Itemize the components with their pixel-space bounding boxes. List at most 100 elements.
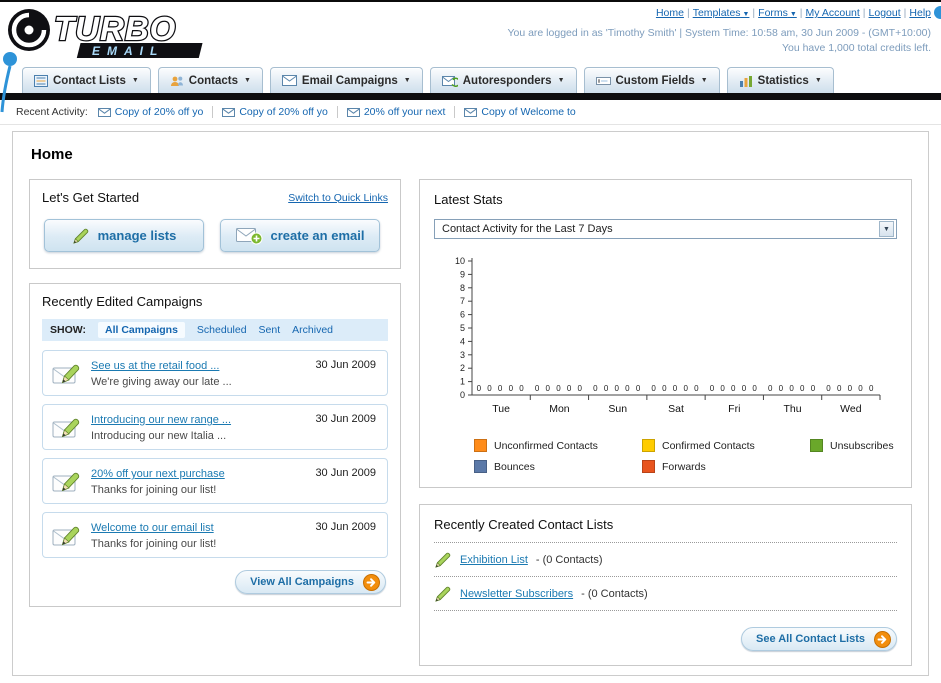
- campaign-tab-all-campaigns[interactable]: All Campaigns: [97, 322, 185, 338]
- top-link-forms[interactable]: Forms ▼: [758, 7, 797, 19]
- legend-item-confirmed-contacts: Confirmed Contacts: [642, 439, 810, 452]
- recent-activity-item[interactable]: Copy of 20% off yo: [212, 106, 337, 118]
- arrow-right-icon: [363, 573, 380, 591]
- envelope-icon: [346, 107, 360, 117]
- legend-swatch: [642, 460, 655, 473]
- view-all-campaigns-button[interactable]: View All Campaigns: [235, 570, 386, 594]
- chevron-down-icon: ▼: [131, 77, 139, 84]
- recent-activity-link[interactable]: Copy of 20% off yo: [239, 106, 328, 118]
- separator: |: [799, 7, 803, 19]
- recent-activity-item[interactable]: 20% off your next: [336, 106, 455, 118]
- create-email-button[interactable]: create an email: [220, 219, 380, 252]
- separator: |: [752, 7, 756, 19]
- separator: |: [862, 7, 866, 19]
- top-link-home[interactable]: Home: [656, 7, 684, 19]
- nav-tab-label: Contacts: [188, 74, 238, 87]
- stats-chart: 1098765432100 0 0 0 0Tue0 0 0 0 0Mon0 0 …: [455, 256, 881, 415]
- nav-tab-autoresponders[interactable]: Autoresponders ▼: [429, 67, 577, 93]
- nav-tab-label: Email Campaigns: [301, 74, 398, 87]
- campaign-date: 30 Jun 2009: [315, 467, 376, 479]
- chevron-down-icon: ▼: [787, 11, 797, 18]
- nav-tab-label: Autoresponders: [462, 74, 552, 87]
- campaign-item: See us at the retail food ... We're givin…: [42, 350, 388, 396]
- campaign-list: See us at the retail food ... We're givin…: [42, 350, 388, 558]
- campaign-filter-tabs: SHOW: All Campaigns Scheduled Sent Archived: [42, 319, 388, 341]
- svg-text:Fri: Fri: [728, 403, 740, 415]
- logo-swirl-icon: [8, 9, 50, 51]
- top-link-logout[interactable]: Logout: [869, 7, 901, 19]
- nav-tab-contacts[interactable]: Contacts ▼: [157, 67, 263, 93]
- campaign-title-link[interactable]: 20% off your next purchase: [91, 468, 225, 480]
- legend-label: Forwards: [662, 460, 706, 473]
- nav-tab-label: Custom Fields: [615, 74, 695, 87]
- campaign-title-link[interactable]: See us at the retail food ...: [91, 360, 219, 372]
- chevron-down-icon: ▼: [740, 11, 750, 18]
- recent-campaigns-panel: Recently Edited Campaigns SHOW: All Camp…: [29, 283, 401, 607]
- svg-text:0 0 0 0 0: 0 0 0 0 0: [535, 384, 584, 393]
- envelope-plus-icon: [235, 226, 263, 245]
- campaign-title-link[interactable]: Introducing our new range ...: [91, 414, 231, 426]
- nav-tab-label: Contact Lists: [53, 74, 126, 87]
- edge-decoration-dot: [934, 6, 941, 19]
- recent-activity-item[interactable]: Copy of Welcome to: [454, 106, 584, 118]
- recent-activity-items: Copy of 20% off yo Copy of 20% off yo 20% …: [97, 106, 585, 118]
- campaign-tab-scheduled[interactable]: Scheduled: [197, 324, 247, 336]
- view-all-campaigns-label: View All Campaigns: [250, 576, 354, 588]
- contact-list-link[interactable]: Newsletter Subscribers: [460, 588, 573, 600]
- custom-fields-icon: [595, 75, 611, 87]
- svg-text:5: 5: [460, 323, 465, 333]
- recent-activity-link[interactable]: Copy of 20% off yo: [115, 106, 204, 118]
- contact-list-link[interactable]: Exhibition List: [460, 554, 528, 566]
- top-link-my-account[interactable]: My Account: [806, 7, 860, 19]
- top-links: Home | Templates ▼ | Forms ▼ | My Account | Logo…: [507, 7, 931, 20]
- contacts-icon: [170, 75, 184, 87]
- top-link-templates[interactable]: Templates ▼: [693, 7, 750, 19]
- login-info: You are logged in as 'Timothy Smith' | S…: [507, 27, 931, 40]
- envelope-pencil-icon: [52, 467, 84, 495]
- create-email-label: create an email: [270, 228, 365, 243]
- svg-text:0 0 0 0 0: 0 0 0 0 0: [593, 384, 642, 393]
- campaign-item: Welcome to our email list Thanks for join…: [42, 512, 388, 558]
- separator: |: [686, 7, 690, 19]
- nav-tab-contact-lists[interactable]: Contact Lists ▼: [22, 67, 151, 93]
- statistics-icon: [739, 75, 753, 87]
- recent-activity-link[interactable]: Copy of Welcome to: [481, 106, 575, 118]
- credits-info: You have 1,000 total credits left.: [781, 42, 931, 55]
- chevron-down-icon: ▼: [700, 77, 708, 84]
- chevron-down-icon: ▼: [243, 77, 251, 84]
- legend-item-forwards: Forwards: [642, 460, 810, 473]
- legend-item-bounces: Bounces: [474, 460, 642, 473]
- legend-swatch: [474, 439, 487, 452]
- nav-divider-bar: [0, 93, 941, 100]
- manage-lists-button[interactable]: manage lists: [44, 219, 204, 252]
- nav-tab-email-campaigns[interactable]: Email Campaigns ▼: [269, 67, 423, 93]
- recent-activity-label: Recent Activity:: [16, 106, 88, 118]
- see-all-contact-lists-button[interactable]: See All Contact Lists: [740, 627, 897, 651]
- svg-text:1: 1: [460, 377, 465, 387]
- stats-title: Latest Stats: [434, 192, 503, 207]
- show-label: SHOW:: [50, 324, 86, 336]
- nav-tab-custom-fields[interactable]: Custom Fields ▼: [583, 67, 720, 93]
- top-link-help[interactable]: Help: [909, 7, 931, 19]
- app-logo[interactable]: TURBO EMAIL: [4, 5, 266, 63]
- stats-legend: Unconfirmed Contacts Confirmed Contacts Un…: [434, 427, 897, 475]
- get-started-panel: Let's Get Started Switch to Quick Links …: [29, 179, 401, 269]
- svg-text:7: 7: [460, 296, 465, 306]
- svg-text:Tue: Tue: [492, 403, 510, 415]
- header-info: Home | Templates ▼ | Forms ▼ | My Account | Logo…: [507, 5, 931, 55]
- switch-quick-links-link[interactable]: Switch to Quick Links: [288, 192, 388, 204]
- contact-list-count: - (0 Contacts): [535, 553, 603, 566]
- stats-period-select[interactable]: Contact Activity for the Last 7 Days ▼: [434, 219, 897, 239]
- legend-swatch: [810, 439, 823, 452]
- campaign-tab-archived[interactable]: Archived: [292, 324, 333, 336]
- nav-tab-statistics[interactable]: Statistics ▼: [726, 67, 834, 93]
- campaign-date: 30 Jun 2009: [315, 521, 376, 533]
- campaign-tab-sent[interactable]: Sent: [259, 324, 281, 336]
- recent-contact-lists-panel: Recently Created Contact Lists Exhibitio…: [419, 504, 912, 666]
- recent-activity-link[interactable]: 20% off your next: [364, 106, 446, 118]
- contact-lists-title: Recently Created Contact Lists: [434, 517, 897, 543]
- campaign-subtitle: Thanks for joining our list!: [91, 538, 217, 550]
- see-all-contact-lists-label: See All Contact Lists: [755, 633, 865, 645]
- campaign-title-link[interactable]: Welcome to our email list: [91, 522, 214, 534]
- recent-activity-item[interactable]: Copy of 20% off yo: [97, 106, 213, 118]
